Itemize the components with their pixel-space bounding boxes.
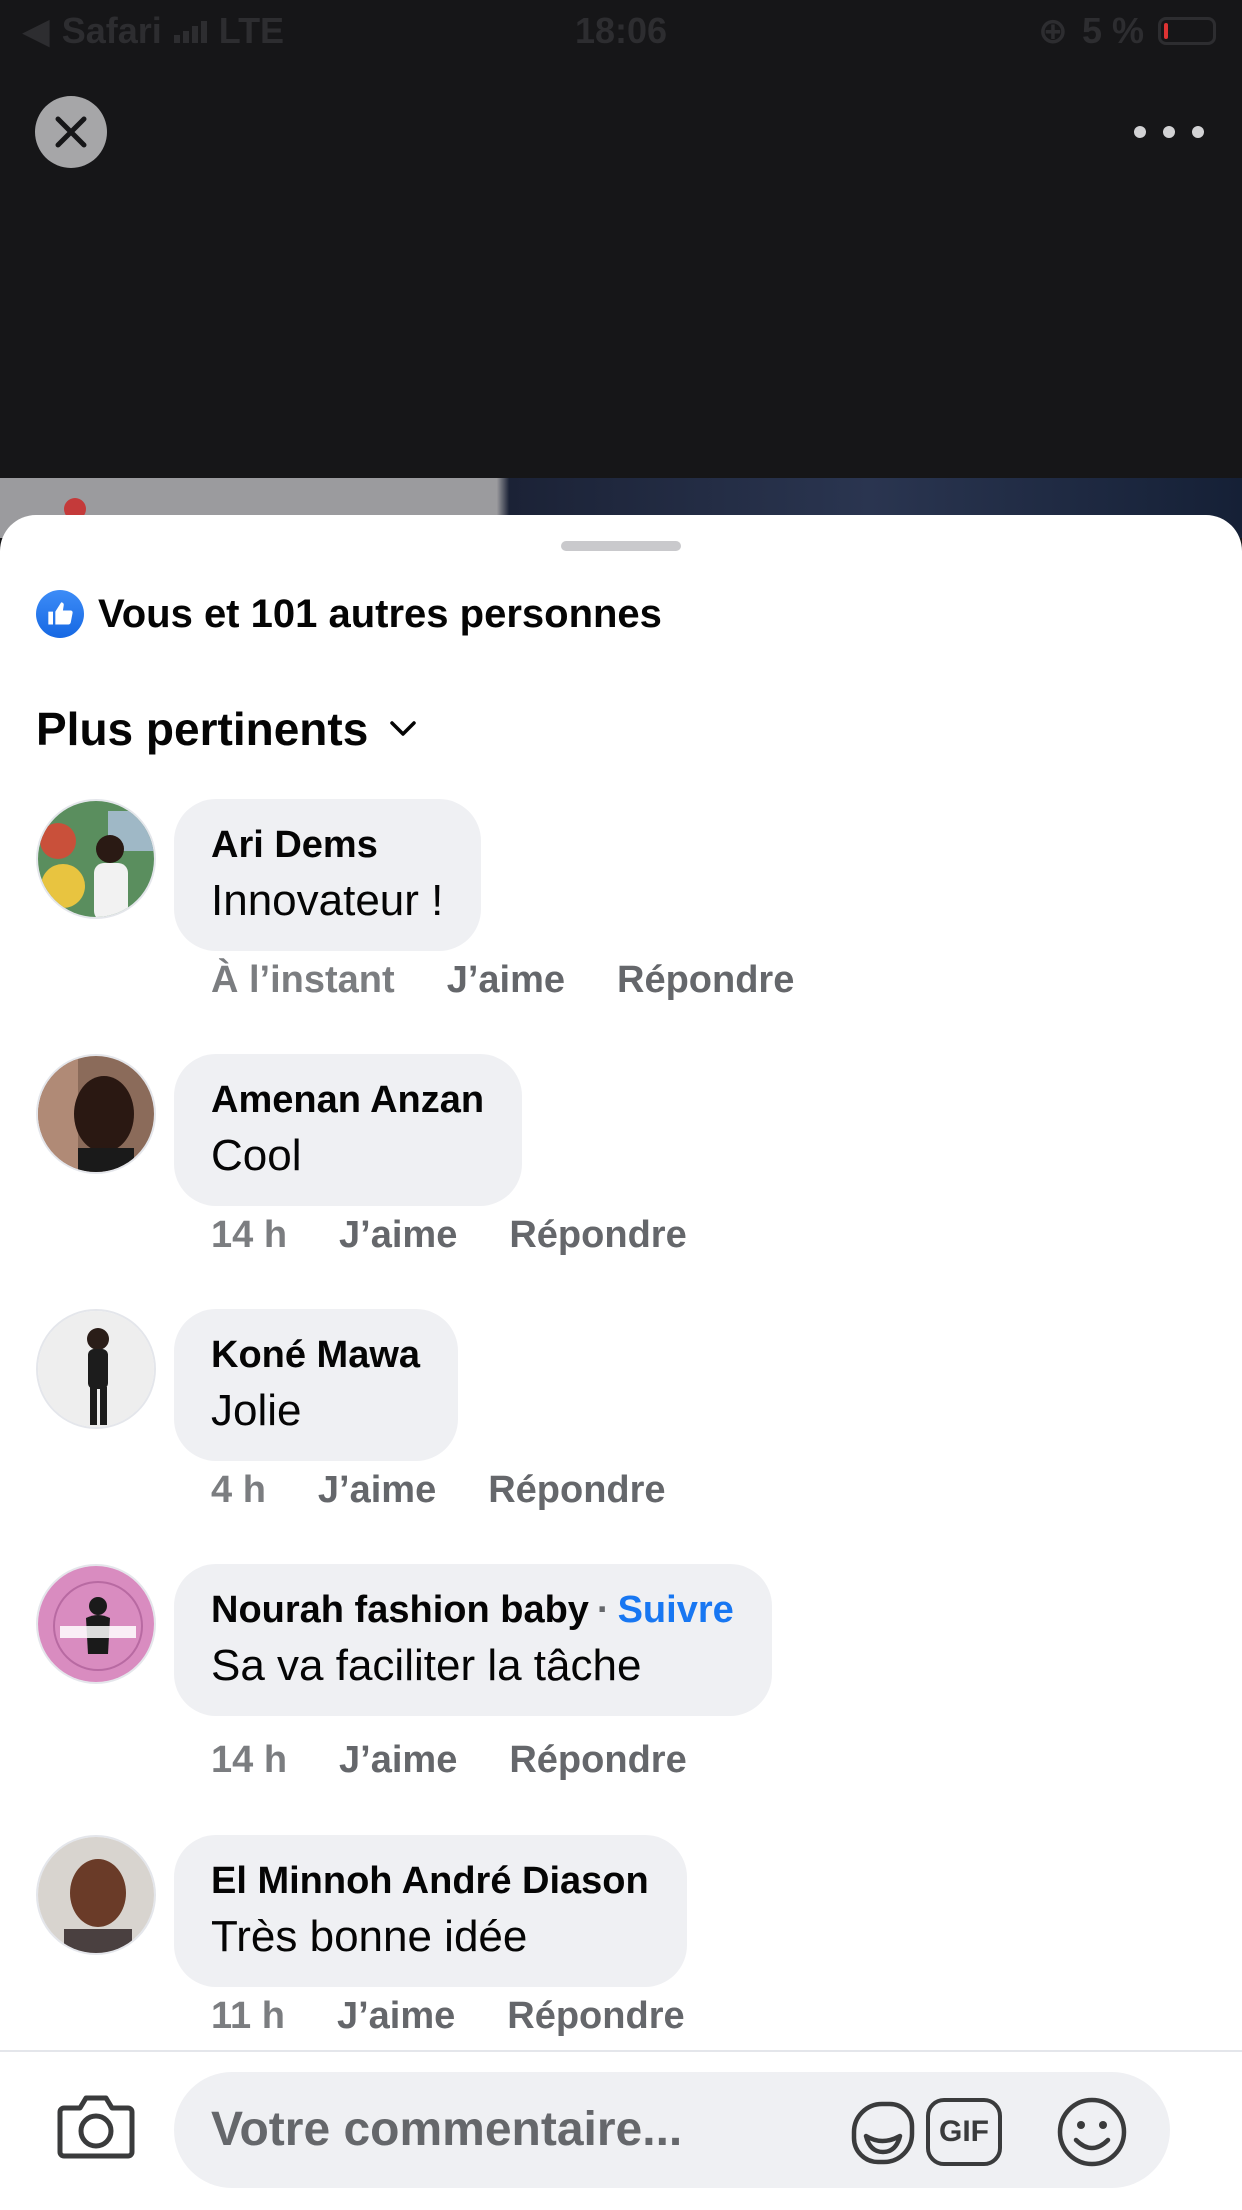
sticker-icon[interactable] (844, 2096, 920, 2168)
reply-button[interactable]: Répondre (509, 1214, 686, 1257)
comment-bubble[interactable]: El Minnoh André Diason Très bonne idée (174, 1835, 687, 1987)
comment-input[interactable]: Votre commentaire... GIF (174, 2072, 1170, 2188)
sort-dropdown[interactable]: Plus pertinents (36, 702, 418, 756)
sheet-grabber[interactable] (561, 541, 681, 551)
comment-bubble[interactable]: Ari Dems Innovateur ! (174, 799, 482, 951)
camera-icon[interactable] (56, 2090, 136, 2162)
likes-summary[interactable]: Vous et 101 autres personnes (36, 590, 662, 638)
comment-actions: 4 h J’aime Répondre (211, 1469, 666, 1512)
gif-label: GIF (939, 2115, 989, 2148)
comment-actions: 11 h J’aime Répondre (211, 1995, 685, 2038)
comment-author[interactable]: Koné Mawa (211, 1333, 420, 1377)
likes-summary-text: Vous et 101 autres personnes (98, 591, 662, 636)
emoji-icon[interactable] (1054, 2096, 1130, 2168)
separator-dot: · (596, 1589, 610, 1631)
like-button[interactable]: J’aime (339, 1214, 457, 1257)
comment-actions: À l’instant J’aime Répondre (211, 959, 794, 1002)
comment-actions: 14 h J’aime Répondre (211, 1739, 687, 1782)
reply-button[interactable]: Répondre (509, 1739, 686, 1782)
comment-time: 14 h (211, 1214, 288, 1256)
comment-author[interactable]: Amenan Anzan (211, 1078, 484, 1122)
comment-author[interactable]: El Minnoh André Diason (211, 1859, 649, 1903)
comment-author[interactable]: Nourah fashion baby (211, 1589, 589, 1631)
chevron-down-icon (390, 721, 417, 736)
comment-time: 4 h (211, 1469, 266, 1511)
sort-label: Plus pertinents (36, 703, 369, 755)
close-icon (55, 116, 87, 148)
like-button[interactable]: J’aime (318, 1469, 436, 1512)
battery-icon (1158, 17, 1216, 45)
avatar[interactable] (36, 1564, 156, 1684)
follow-button[interactable]: Suivre (618, 1589, 734, 1631)
comment-actions: 14 h J’aime Répondre (211, 1214, 687, 1257)
comment-text: Très bonne idée (211, 1912, 528, 1961)
comment-time: 11 h (211, 1995, 285, 2037)
like-button[interactable]: J’aime (339, 1739, 457, 1782)
orientation-lock-icon: ⊕ (1037, 10, 1068, 51)
comment-text: Jolie (211, 1386, 302, 1435)
comment-bubble[interactable]: Nourah fashion baby · Suivre Sa va facilit… (174, 1564, 772, 1716)
gif-icon[interactable]: GIF (926, 2098, 1002, 2166)
comment-author-row: Nourah fashion baby · Suivre (211, 1588, 734, 1632)
close-button[interactable] (35, 96, 107, 168)
avatar[interactable] (36, 799, 156, 919)
like-button[interactable]: J’aime (337, 1995, 455, 2038)
reply-button[interactable]: Répondre (507, 1995, 684, 2038)
reply-button[interactable]: Répondre (617, 959, 794, 1002)
thumbs-up-icon (36, 590, 84, 638)
status-bar: ◀ Safari LTE 18:06 ⊕ 5 % (0, 0, 1242, 62)
comment-composer: Votre commentaire... GIF (0, 2050, 1242, 2210)
comment-bubble[interactable]: Koné Mawa Jolie (174, 1309, 459, 1461)
more-options-button[interactable] (1134, 110, 1204, 154)
like-button[interactable]: J’aime (447, 959, 565, 1002)
battery-percent: 5 % (1081, 10, 1144, 51)
comment-author[interactable]: Ari Dems (211, 823, 443, 867)
reply-button[interactable]: Répondre (488, 1469, 665, 1512)
comment-text: Innovateur ! (211, 876, 444, 925)
comment-time: 14 h (211, 1739, 288, 1781)
comment-text: Sa va faciliter la tâche (211, 1641, 642, 1690)
comment-time: À l’instant (211, 959, 395, 1001)
avatar[interactable] (36, 1054, 156, 1174)
avatar[interactable] (36, 1309, 156, 1429)
comment-input-placeholder: Votre commentaire... (211, 2103, 683, 2156)
avatar[interactable] (36, 1835, 156, 1955)
more-dots-icon (1134, 126, 1146, 138)
comments-sheet: Vous et 101 autres personnes Plus pertin… (0, 515, 1242, 2208)
comment-bubble[interactable]: Amenan Anzan Cool (174, 1054, 523, 1206)
comment-text: Cool (211, 1131, 302, 1180)
